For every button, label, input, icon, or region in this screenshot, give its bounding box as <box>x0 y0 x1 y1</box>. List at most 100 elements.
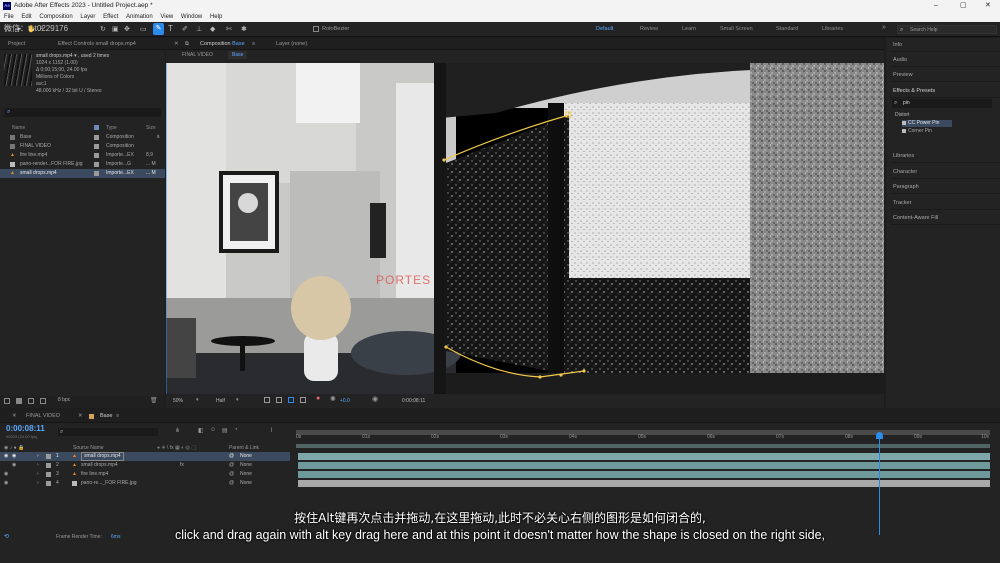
effect-item-cc-power-pin[interactable]: CC Power Pin <box>902 120 952 127</box>
shape-tool-icon[interactable]: ▭ <box>140 25 147 33</box>
project-bpc[interactable]: 8 bpc <box>58 397 70 403</box>
exposure-value[interactable]: +0.0 <box>340 398 350 404</box>
eye-icon[interactable]: ◉ <box>4 479 8 488</box>
eraser-tool-icon[interactable]: ◆ <box>210 25 215 33</box>
column-size[interactable]: Size <box>146 124 156 133</box>
anchor-tool-icon[interactable]: ✥ <box>124 25 130 33</box>
panel-libraries[interactable]: Libraries <box>890 149 1000 163</box>
layer-row[interactable]: ◉ › 3 ▲ fire line.mp4 @ None <box>0 470 290 479</box>
panel-info[interactable]: Info <box>890 38 1000 52</box>
workspace-review[interactable]: Review <box>640 22 658 37</box>
menu-view[interactable]: View <box>160 14 173 20</box>
menu-layer[interactable]: Layer <box>80 14 95 20</box>
exposure-icon[interactable]: ✺ <box>330 395 336 403</box>
column-type[interactable]: Type <box>106 124 117 133</box>
playhead-handle[interactable] <box>876 432 883 439</box>
project-item[interactable]: ▲ small drops.mp4 Importe...EX ... M <box>0 169 165 178</box>
close-icon[interactable]: ✕ <box>78 410 83 423</box>
puppet-tool-icon[interactable]: ✱ <box>241 25 247 33</box>
delete-icon[interactable]: 🗑 <box>150 397 158 404</box>
layer-bar-1[interactable] <box>298 453 990 460</box>
mask-visibility-icon[interactable] <box>288 397 294 403</box>
layer-bar-4[interactable] <box>298 480 990 487</box>
layer-row[interactable]: ◉ › 4 pano-re..._FOR FIRE.jpg @ None <box>0 479 290 488</box>
panel-preview[interactable]: Preview <box>890 68 1000 82</box>
layer-name[interactable]: fire line.mp4 <box>81 470 108 479</box>
project-search[interactable]: ⌕ <box>4 108 161 117</box>
twirl-icon[interactable]: › <box>37 461 39 470</box>
current-time[interactable]: 0:00:08:11 <box>6 424 45 433</box>
tab-final-video[interactable]: FINAL VIDEO <box>26 410 60 423</box>
type-tool-icon[interactable]: T <box>168 24 173 33</box>
panel-menu-icon[interactable]: ≡ <box>116 410 119 423</box>
minimize-icon[interactable]: – <box>934 0 938 12</box>
layer-bar-2[interactable] <box>298 462 990 469</box>
help-search[interactable]: ⌕ Search Help <box>897 25 997 34</box>
parent-pickwhip-icon[interactable]: @ <box>229 452 234 461</box>
column-name[interactable]: Name <box>12 124 25 133</box>
layer-name[interactable]: pano-re..._FOR FIRE.jpg <box>81 479 137 488</box>
layer-row[interactable]: ◉ › 2 ▲ small drops.mp4 fx @ None <box>0 461 290 470</box>
parent-dropdown[interactable]: None <box>240 461 252 470</box>
panel-menu-icon[interactable]: ≡ <box>252 38 255 50</box>
fx-icon[interactable]: fx <box>180 461 184 470</box>
roto-tool-icon[interactable]: ✄ <box>226 25 232 33</box>
workspace-learn[interactable]: Learn <box>682 22 696 37</box>
parent-pickwhip-icon[interactable]: @ <box>229 479 234 488</box>
motion-blur-icon[interactable]: ◔ <box>234 427 238 433</box>
tab-layer[interactable]: Layer (none) <box>276 38 307 50</box>
resolution-dropdown[interactable]: Half <box>216 398 225 404</box>
zoom-dropdown[interactable]: 50% <box>173 398 183 404</box>
composition-viewer[interactable]: PORTES <box>166 63 884 394</box>
twirl-icon[interactable]: › <box>37 452 39 461</box>
menu-animation[interactable]: Animation <box>126 14 153 20</box>
project-item[interactable]: ▲ fire line.mp4 Importe...EX 8,9 <box>0 151 165 160</box>
rotobezier-checkbox[interactable] <box>313 26 319 32</box>
breadcrumb-base[interactable]: Base <box>228 51 248 59</box>
column-parent-link[interactable]: Parent & Link <box>229 445 259 451</box>
workspace-default[interactable]: Default <box>596 22 613 37</box>
timeline-search[interactable]: ⌕ <box>58 428 158 436</box>
interpret-footage-icon[interactable] <box>4 398 10 404</box>
breadcrumb-final-video[interactable]: FINAL VIDEO <box>182 52 213 58</box>
effect-item-corner-pin[interactable]: Corner Pin <box>902 128 952 135</box>
draft-3d-icon[interactable]: ◧ <box>198 427 204 434</box>
workspace-small-screen[interactable]: Small Screen <box>720 22 753 37</box>
tab-composition[interactable]: Composition Base <box>200 38 245 50</box>
panel-tracker[interactable]: Tracker <box>890 196 1000 210</box>
workspace-menu-icon[interactable]: » <box>882 24 886 31</box>
tab-effect-controls[interactable]: Effect Controls small drops.mp4 <box>58 38 136 50</box>
panel-content-aware-fill[interactable]: Content-Aware Fill <box>890 211 1000 225</box>
panel-effects-presets[interactable]: Effects & Presets <box>890 84 1000 98</box>
tab-project[interactable]: Project <box>8 38 25 50</box>
workspace-libraries[interactable]: Libraries <box>822 22 843 37</box>
new-folder-icon[interactable] <box>16 398 22 404</box>
effects-search[interactable]: ⌕ pin <box>892 99 992 108</box>
maximize-icon[interactable]: ▢ <box>960 0 967 12</box>
column-source-name[interactable]: Source Name <box>73 445 104 451</box>
panel-character[interactable]: Character <box>890 165 1000 179</box>
twirl-icon[interactable]: › <box>37 479 39 488</box>
grid-icon[interactable] <box>300 397 306 403</box>
layer-row[interactable]: ◉ ◉ › 1 ▲ small drops.mp4 @ None <box>0 452 290 461</box>
menu-effect[interactable]: Effect <box>103 14 118 20</box>
layer-name[interactable]: small drops.mp4 <box>81 452 124 461</box>
workspace-standard[interactable]: Standard <box>776 22 798 37</box>
menu-edit[interactable]: Edit <box>21 14 31 20</box>
parent-pickwhip-icon[interactable]: @ <box>229 470 234 479</box>
region-of-interest-icon[interactable] <box>264 397 270 403</box>
parent-dropdown[interactable]: None <box>240 470 252 479</box>
close-icon[interactable]: ✕ <box>985 0 991 12</box>
viewer-timecode[interactable]: 0:00:08:11 <box>402 398 425 404</box>
layer-name[interactable]: small drops.mp4 <box>81 461 118 470</box>
pen-tool-icon[interactable]: ✎ <box>153 23 164 35</box>
audio-icon[interactable]: ◉ <box>12 461 16 470</box>
graph-editor-icon[interactable]: ⌇ <box>270 427 273 434</box>
shy-icon[interactable]: ☺ <box>210 427 216 433</box>
lock-icon[interactable]: ⧉ <box>185 38 189 50</box>
close-icon[interactable]: ✕ <box>12 410 17 423</box>
menu-window[interactable]: Window <box>181 14 202 20</box>
snapshot-icon[interactable]: ◉ <box>372 395 378 403</box>
panel-audio[interactable]: Audio <box>890 53 1000 67</box>
channel-icon[interactable]: ● <box>316 395 320 402</box>
